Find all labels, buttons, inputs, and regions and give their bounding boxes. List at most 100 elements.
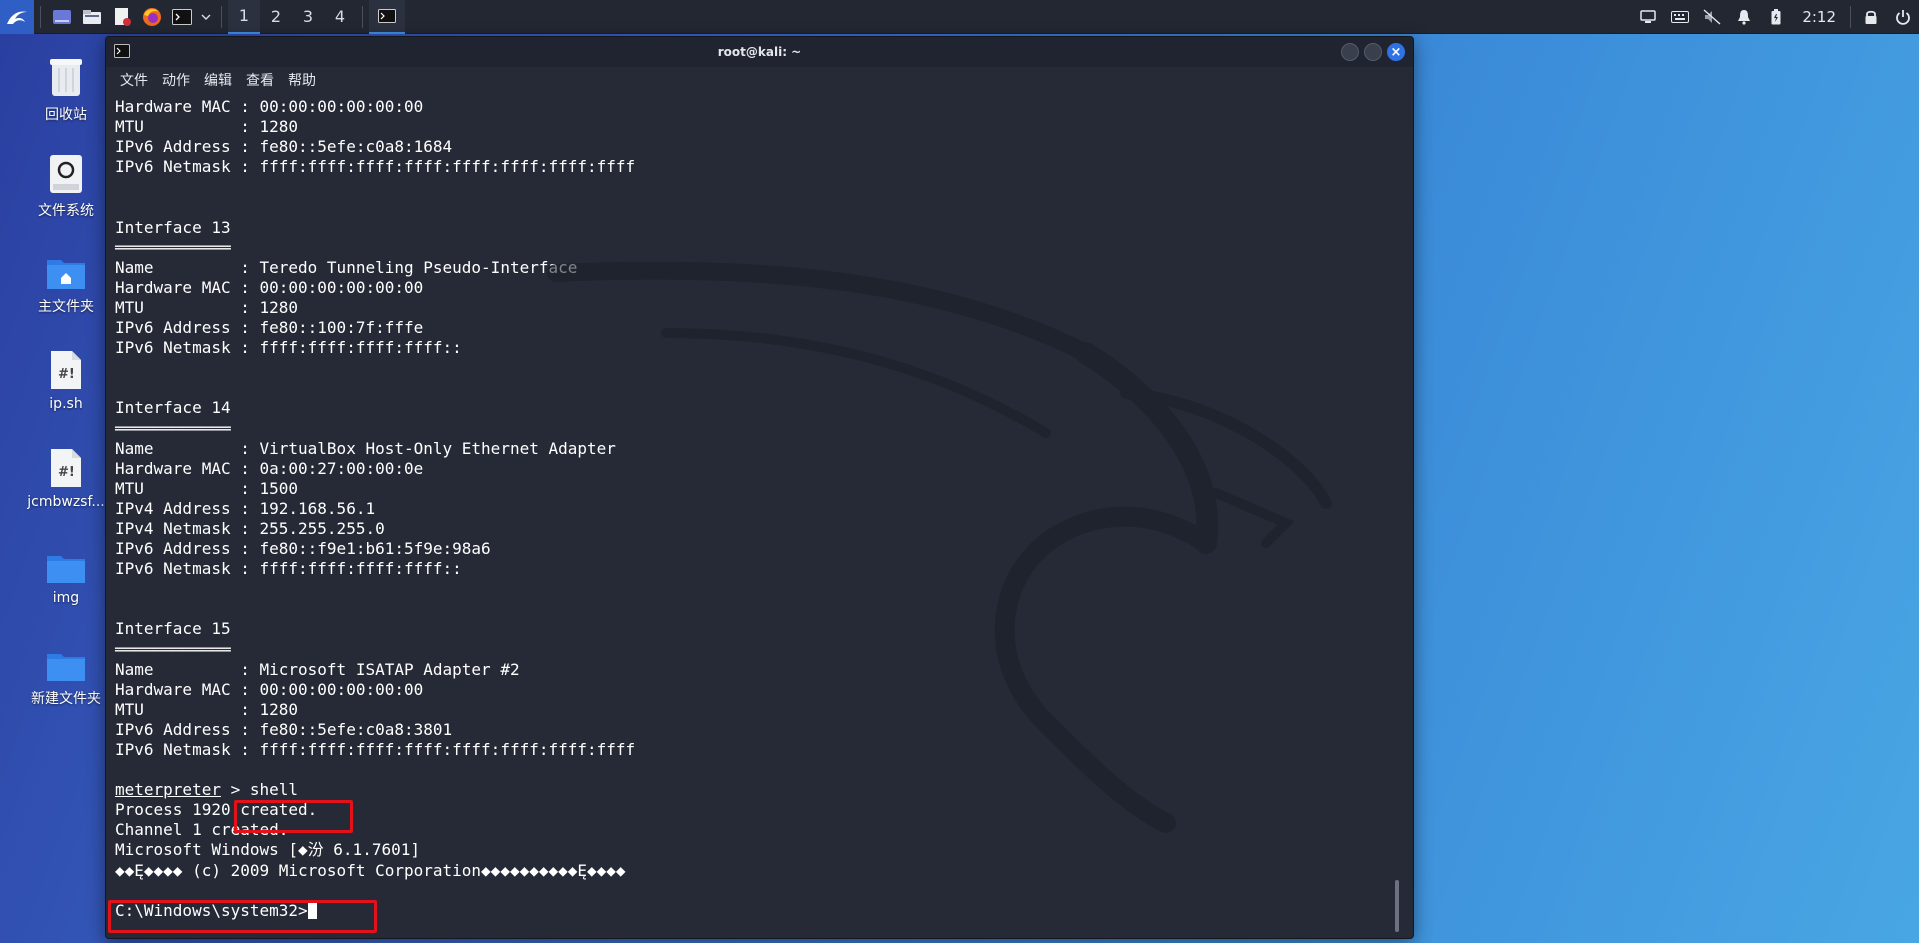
desktop-icon-img[interactable]: img — [16, 554, 116, 606]
menu-view[interactable]: 查看 — [246, 70, 274, 90]
terminal-task-icon[interactable] — [369, 0, 405, 34]
workspace-1[interactable]: 1 — [228, 0, 260, 34]
cmd-prompt-line[interactable]: C:\Windows\system32> — [115, 900, 1413, 921]
desktop-icon-new-folder[interactable]: 新建文件夹 — [16, 652, 116, 708]
window-title: root@kali: ~ — [717, 45, 802, 59]
firefox-icon[interactable] — [137, 0, 167, 34]
separator — [362, 5, 363, 28]
meterpreter-prompt: meterpreter — [115, 780, 221, 800]
top-panel: 1 2 3 4 2:12 — [0, 0, 1919, 34]
terminal-line: IPv4 Netmask : 255.255.255.0 — [115, 518, 385, 538]
terminal-line: MTU : 1280 — [115, 297, 299, 317]
volume-muted-icon[interactable] — [1696, 0, 1728, 34]
lock-icon[interactable] — [1855, 0, 1887, 34]
desktop-icon-label: jcmbwzsf... — [27, 494, 105, 510]
terminal-line: Interface 13 — [115, 217, 231, 237]
battery-icon[interactable] — [1760, 0, 1792, 34]
display-icon[interactable] — [1632, 0, 1664, 34]
desktop-icon-jcmbwzsf[interactable]: #! jcmbwzsf... — [16, 448, 116, 510]
home-folder-icon — [47, 260, 85, 289]
terminal-line: Hardware MAC : 00:00:00:00:00:00 — [115, 277, 424, 297]
separator — [221, 5, 222, 28]
notification-bell-icon[interactable] — [1728, 0, 1760, 34]
desktop-icon-home[interactable]: 主文件夹 — [16, 256, 116, 316]
meterpreter-prompt-line: meterpreter > shell — [115, 780, 1413, 800]
close-icon: × — [1390, 44, 1402, 60]
workspace-2[interactable]: 2 — [260, 0, 292, 34]
terminal-line: IPv6 Address : fe80::5efe:c0a8:3801 — [115, 719, 453, 739]
script-file-icon: #! — [51, 449, 81, 487]
terminal-icon[interactable] — [167, 0, 197, 34]
text-cursor — [307, 900, 317, 919]
menu-help[interactable]: 帮助 — [288, 70, 316, 90]
terminal-line: IPv6 Netmask : ffff:ffff:ffff:ffff:ffff:… — [115, 740, 636, 759]
terminal-line: Interface 15 — [115, 619, 231, 639]
kali-menu-icon[interactable] — [0, 0, 34, 34]
separator — [1850, 6, 1851, 28]
menu-edit[interactable]: 编辑 — [204, 70, 232, 90]
terminal-line: IPv4 Address : 192.168.56.1 — [115, 498, 376, 518]
drive-icon — [50, 155, 82, 193]
svg-text:#!: #! — [58, 465, 75, 480]
keyboard-icon[interactable] — [1664, 0, 1696, 34]
maximize-button[interactable] — [1364, 43, 1382, 61]
terminal-window[interactable]: root@kali: ~ × 文件 动作 编辑 查看 帮助 Hardware M… — [105, 36, 1414, 939]
terminal-line: Name : Teredo Tunneling Pseudo-Interface — [115, 257, 578, 277]
desktop-icon-trash[interactable]: 回收站 — [16, 56, 116, 124]
menu-file[interactable]: 文件 — [120, 70, 148, 90]
show-desktop-icon[interactable] — [47, 0, 77, 34]
text-editor-icon[interactable] — [107, 0, 137, 34]
terminal-scrollback: Hardware MAC : 00:00:00:00:00:00 MTU : 12… — [115, 97, 1413, 780]
output-line: Microsoft Windows [◆汾 6.1.7601] — [115, 840, 420, 860]
clock[interactable]: 2:12 — [1792, 8, 1846, 26]
desktop-icon-label: 回收站 — [45, 107, 87, 123]
desktop-icon-label: 主文件夹 — [38, 299, 94, 315]
terminal-line: IPv6 Address : fe80::f9e1:b61:5f9e:98a6 — [115, 539, 491, 559]
output-line: Process 1920 created. — [115, 800, 318, 820]
terminal-line: MTU : 1280 — [115, 117, 299, 137]
terminal-window-icon — [114, 44, 130, 58]
terminal-line: ════════════ — [115, 237, 231, 257]
cmd-prompt: C:\Windows\system32> — [115, 900, 308, 920]
trash-icon — [50, 59, 82, 96]
desktop-icon-label: 文件系统 — [38, 203, 94, 219]
terminal-line: Name : VirtualBox Host-Only Ethernet Ada… — [115, 438, 616, 458]
output-line: Channel 1 created. — [115, 820, 289, 840]
terminal-output[interactable]: Hardware MAC : 00:00:00:00:00:00 MTU : 12… — [106, 93, 1413, 938]
terminal-line: IPv6 Netmask : ffff:ffff:ffff:ffff:: — [115, 338, 462, 358]
power-icon[interactable] — [1887, 0, 1919, 34]
desktop-icon-ip-sh[interactable]: #! ip.sh — [16, 350, 116, 412]
terminal-line: Interface 14 — [115, 398, 231, 418]
desktop-icon-label: ip.sh — [49, 396, 83, 412]
terminal-line: Hardware MAC : 00:00:00:00:00:00 — [115, 97, 424, 116]
minimize-button[interactable] — [1341, 43, 1359, 61]
menu-actions[interactable]: 动作 — [162, 70, 190, 90]
folder-icon — [47, 654, 85, 681]
window-titlebar[interactable]: root@kali: ~ × — [106, 37, 1413, 67]
chevron-down-icon[interactable] — [197, 0, 215, 34]
desktop-icon-filesystem[interactable]: 文件系统 — [16, 154, 116, 220]
file-manager-icon[interactable] — [77, 0, 107, 34]
scrollbar-thumb[interactable] — [1395, 880, 1399, 932]
workspace-3[interactable]: 3 — [292, 0, 324, 34]
workspace-4[interactable]: 4 — [324, 0, 356, 34]
folder-icon — [47, 556, 85, 583]
terminal-line: ════════════ — [115, 639, 231, 659]
terminal-line: Hardware MAC : 00:00:00:00:00:00 — [115, 679, 424, 699]
terminal-line: IPv6 Address : fe80::100:7f:fffe — [115, 318, 424, 338]
svg-text:#!: #! — [58, 367, 75, 382]
close-button[interactable]: × — [1387, 43, 1405, 61]
terminal-line: IPv6 Netmask : ffff:ffff:ffff:ffff:: — [115, 559, 462, 579]
terminal-line: MTU : 1280 — [115, 699, 299, 719]
shell-command: > shell — [220, 780, 299, 800]
desktop-icon-label: 新建文件夹 — [31, 691, 101, 707]
terminal-line: Hardware MAC : 0a:00:27:00:00:0e — [115, 458, 424, 478]
desktop-icon-label: img — [52, 590, 80, 606]
